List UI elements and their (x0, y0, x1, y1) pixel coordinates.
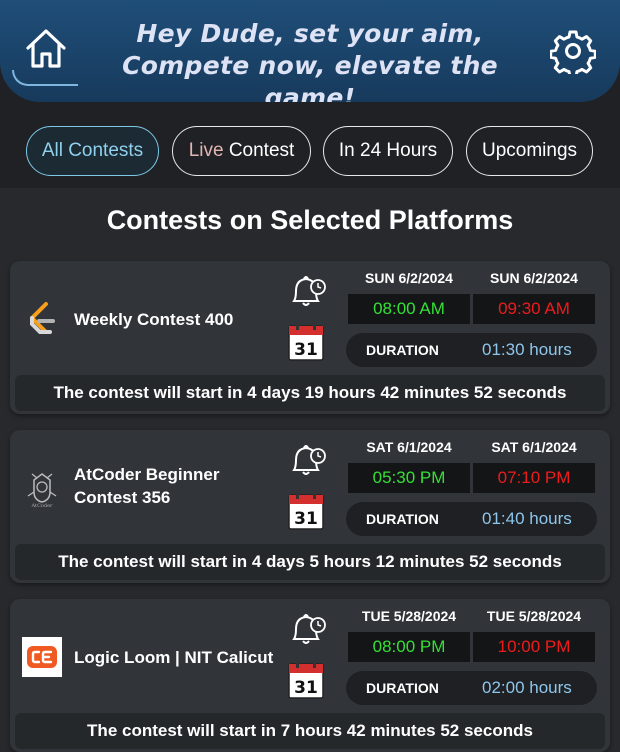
contest-name: Logic Loom | NIT Calicut (74, 648, 274, 667)
contest-card[interactable]: Weekly Contest 400 31 SUN 6/2/2024 SUN 6… (10, 261, 610, 414)
header-title-line1: Hey Dude, set your aim, (136, 19, 484, 48)
filter-upcoming-label: Upcomings (481, 140, 578, 161)
duration-value: 02:00 hours (482, 678, 572, 697)
filter-in-24-hours[interactable]: In 24 Hours (323, 126, 453, 176)
header-title-line2: Compete now, elevate the game! (122, 51, 498, 102)
contest-card[interactable]: Logic Loom | NIT Calicut 31 TUE 5/28/202… (10, 599, 610, 752)
contest-card[interactable]: AtCoder AtCoder Beginner Contest 356 31 … (10, 430, 610, 583)
header-title: Hey Dude, set your aim, Compete now, ele… (80, 18, 540, 102)
end-time: 07:10 PM (473, 463, 595, 493)
bell-icon[interactable] (286, 609, 328, 651)
end-time: 09:30 AM (473, 294, 595, 324)
contest-section: Contests on Selected Platforms Weekly Co… (0, 188, 620, 752)
filter-live-prefix: Live (188, 140, 224, 161)
end-date: SUN 6/2/2024 (490, 270, 578, 286)
calendar-icon: 31 (288, 661, 324, 699)
start-date: SAT 6/1/2024 (366, 439, 452, 455)
duration-pill: DURATION 01:40 hours (346, 502, 597, 536)
codechef-logo (22, 637, 62, 677)
bell-icon[interactable] (286, 271, 328, 313)
leetcode-logo (30, 302, 55, 334)
section-title: Contests on Selected Platforms (106, 205, 514, 235)
duration-label: DURATION (366, 342, 439, 358)
calendar-icon: 31 (288, 323, 324, 361)
contest-name: AtCoder Beginner Contest 356 (74, 465, 220, 507)
calendar-day: 31 (294, 678, 318, 698)
filter-bar: All Contests Live Contest In 24 Hours Up… (0, 126, 620, 176)
filter-day-label: In 24 Hours (338, 140, 438, 161)
calendar-icon: 31 (288, 492, 324, 530)
end-date: TUE 5/28/2024 (486, 608, 582, 624)
countdown-text: The contest will start in 4 days 5 hours… (15, 544, 605, 580)
countdown-text: The contest will start in 7 hours 42 min… (15, 713, 605, 749)
contest-name: Weekly Contest 400 (74, 310, 234, 329)
svg-text:AtCoder: AtCoder (31, 503, 54, 508)
end-date: SAT 6/1/2024 (491, 439, 577, 455)
duration-pill: DURATION 02:00 hours (346, 671, 597, 705)
gear-icon[interactable] (550, 28, 596, 74)
app-header: Hey Dude, set your aim, Compete now, ele… (0, 0, 620, 102)
calendar-day: 31 (294, 340, 318, 360)
countdown-text: The contest will start in 4 days 19 hour… (15, 375, 605, 411)
duration-value: 01:30 hours (482, 340, 572, 359)
start-time: 05:30 PM (348, 463, 470, 493)
end-time: 10:00 PM (473, 632, 595, 662)
filter-upcomings[interactable]: Upcomings (466, 126, 593, 176)
start-time: 08:00 AM (348, 294, 470, 324)
start-time: 08:00 PM (348, 632, 470, 662)
filter-all-contests[interactable]: All Contests (26, 126, 159, 176)
bell-icon[interactable] (286, 440, 328, 482)
duration-pill: DURATION 01:30 hours (346, 333, 597, 367)
duration-label: DURATION (366, 680, 439, 696)
filter-all-label: All Contests (41, 140, 144, 161)
duration-value: 01:40 hours (482, 509, 572, 528)
duration-label: DURATION (366, 511, 439, 527)
calendar-day: 31 (294, 509, 318, 529)
start-date: SUN 6/2/2024 (365, 270, 453, 286)
filter-live-contest[interactable]: Live Contest (172, 126, 311, 176)
home-icon[interactable] (20, 22, 72, 74)
atcoder-logo: AtCoder (27, 473, 57, 508)
start-date: TUE 5/28/2024 (361, 608, 457, 624)
filter-live-suffix: Contest (228, 140, 295, 161)
